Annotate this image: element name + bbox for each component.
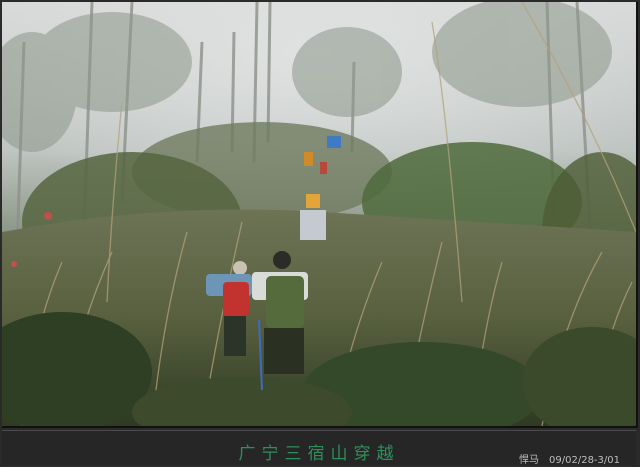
hiker-yellow-pack <box>306 194 320 208</box>
caption-bar: 广宁三宿山穿越 悍马 09/02/28-3/01 <box>2 430 636 466</box>
photo-frame: 广宁三宿山穿越 悍马 09/02/28-3/01 <box>0 0 640 467</box>
hiker-far-2 <box>320 162 327 174</box>
caption-author: 悍马 <box>519 455 540 466</box>
forest-scene <box>2 2 636 426</box>
caption-credit: 悍马 09/02/28-3/01 <box>509 451 620 466</box>
red-flower <box>11 261 17 267</box>
hiker-mid <box>300 210 326 240</box>
green-backpack <box>266 276 304 328</box>
caption-date: 09/02/28-3/01 <box>549 455 620 466</box>
red-flower <box>44 212 52 220</box>
forest-photo <box>2 2 638 428</box>
blue-umbrella <box>327 136 341 148</box>
hiker-far-1 <box>304 152 313 166</box>
red-backpack <box>223 282 249 316</box>
